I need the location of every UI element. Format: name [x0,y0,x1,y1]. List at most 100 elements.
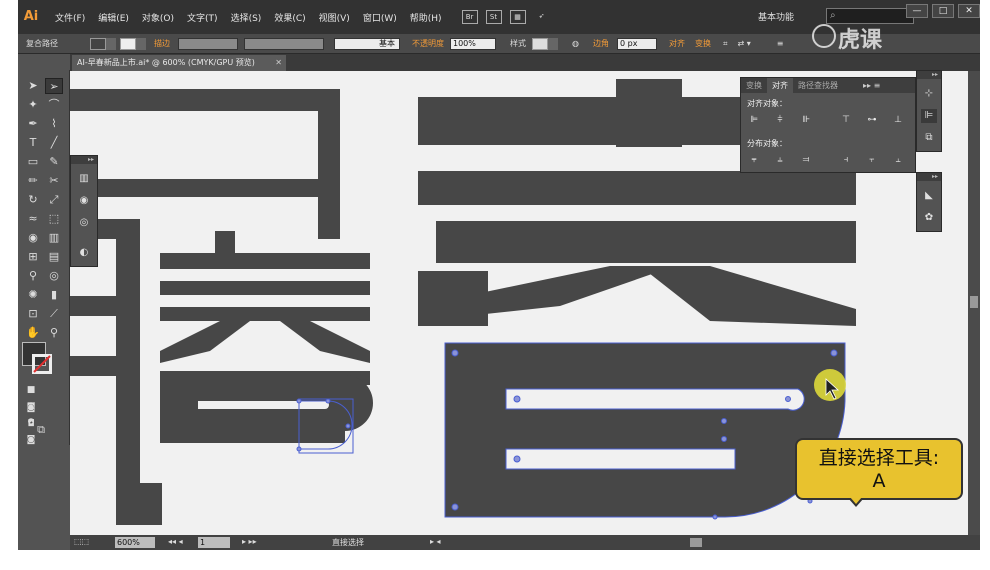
artboard-nav-icon[interactable]: ◂◂ ◂ [168,537,183,546]
scissors-tool-icon[interactable]: ✂ [45,173,63,189]
color-panel-icon[interactable]: ▥ [76,172,92,186]
draw-mode-icon[interactable]: ◙ ◘ ◙ [22,400,40,445]
workspace-switcher[interactable]: 基本功能 [758,10,794,23]
shape-builder-tool-icon[interactable]: ◉ [24,230,42,246]
distribute-right-icon[interactable]: ⫠ [891,154,905,166]
stroke-swatch[interactable] [120,37,136,50]
pen-tool-icon[interactable]: ✒ [24,116,42,132]
distribute-vertical-center-icon[interactable]: ⫨ [773,154,787,166]
menu-select[interactable]: 选择(S) [231,11,262,24]
paintbrush-tool-icon[interactable]: ✎ [45,154,63,170]
screen-mode-icon[interactable]: ⧉ [32,422,50,438]
fill-swatch[interactable] [90,37,106,50]
align-left-icon[interactable]: ⊫ [747,114,761,126]
dock-collapse-icon[interactable]: ▸▸ [917,71,941,79]
tab-align[interactable]: 对齐 [767,78,793,93]
menu-view[interactable]: 视图(V) [319,11,350,24]
close-button[interactable]: ✕ [958,4,980,18]
symbols-panel-icon[interactable]: ✿ [921,211,937,225]
layers-panel-icon[interactable]: ◐ [76,246,92,260]
opacity-field[interactable]: 100% [450,37,496,50]
bridge-icon[interactable]: Br [461,10,478,24]
align-top-icon[interactable]: ⊤ [839,114,853,126]
vertical-scrollbar[interactable] [968,71,980,535]
menu-object[interactable]: 对象(O) [142,11,174,24]
menu-file[interactable]: 文件(F) [55,11,85,24]
tab-pathfinder[interactable]: 路径查找器 [793,78,843,93]
corner-radius-field[interactable]: 0 px [616,37,657,50]
arrange-documents-icon[interactable]: ▦ [509,10,526,24]
minimize-button[interactable]: — [906,4,928,18]
eyedropper-tool-icon[interactable]: ⚲ [24,268,42,284]
perspective-grid-tool-icon[interactable]: ▥ [45,230,63,246]
appearance-panel-icon[interactable]: ◎ [76,216,92,230]
column-graph-tool-icon[interactable]: ▮ [45,287,63,303]
magic-wand-tool-icon[interactable]: ✦ [24,97,42,113]
stroke-style-field[interactable]: 基本 [334,37,400,50]
corner-label[interactable]: 边角 [593,38,609,49]
menu-effect[interactable]: 效果(C) [274,11,305,24]
stroke-label[interactable]: 描边 [154,38,170,49]
status-menu-icon[interactable]: ▸ ◂ [430,537,441,546]
stock-icon[interactable]: St [485,10,502,24]
slice-tool-icon[interactable]: ⟋ [45,306,63,322]
artboard-tool-icon[interactable]: ⊡ [24,306,42,322]
stroke-weight-field[interactable] [178,37,238,50]
warp-tool-icon[interactable]: ≈ [24,211,42,227]
panel-menu-icon[interactable]: ▸▸ ≡ [863,81,880,90]
graphic-style-dropdown[interactable] [548,37,558,50]
direct-selection-tool-icon[interactable]: ➢ [45,78,63,94]
maximize-button[interactable]: □ [932,4,954,18]
mesh-tool-icon[interactable]: ⊞ [24,249,42,265]
artboard-nav-next-icon[interactable]: ▸ ▸▸ [242,537,257,546]
align-link[interactable]: 对齐 [669,38,685,49]
color-mode-icon[interactable]: ■ ▥ ⊘ [22,382,40,427]
brushes-panel-icon[interactable]: ◣ [921,189,937,203]
graphic-style-swatch[interactable] [532,37,548,50]
rectangle-tool-icon[interactable]: ▭ [24,154,42,170]
hand-tool-icon[interactable]: ✋ [24,325,42,341]
panel-menu-icon[interactable]: ≡ [777,39,784,48]
menu-edit[interactable]: 编辑(E) [98,11,129,24]
line-tool-icon[interactable]: ╱ [45,135,63,151]
zoom-field[interactable]: 600% [115,537,155,548]
dock-collapse-icon[interactable]: ▸▸ [917,173,941,181]
distribute-horizontal-center-icon[interactable]: ⫟ [865,154,879,166]
symbol-sprayer-tool-icon[interactable]: ✺ [24,287,42,303]
document-tab[interactable]: AI-早春新品上市.ai* @ 600% (CMYK/GPU 预览) ✕ [72,55,286,71]
close-tab-icon[interactable]: ✕ [275,55,282,71]
align-panel-icon[interactable]: ⊫ [921,109,937,123]
distribute-left-icon[interactable]: ⫞ [839,154,853,166]
tab-transform[interactable]: 变换 [741,78,767,93]
zoom-tool-icon[interactable]: ⚲ [45,325,63,341]
arrange-icon[interactable]: ⇄ ▾ [738,39,751,48]
fill-dropdown[interactable] [106,37,116,50]
stroke-dropdown[interactable] [136,37,146,50]
scale-tool-icon[interactable]: ⤢ [45,192,63,208]
type-tool-icon[interactable]: T [24,135,42,151]
selection-tool-icon[interactable]: ➤ [24,78,42,94]
opacity-label[interactable]: 不透明度 [412,38,444,49]
artboard-number-field[interactable]: 1 [198,537,230,548]
distribute-bottom-icon[interactable]: ⫤ [799,154,813,166]
menu-help[interactable]: 帮助(H) [410,11,442,24]
panel-collapse-icon[interactable]: ▸▸ [71,156,97,164]
vertical-scroll-thumb[interactable] [970,296,978,308]
blend-tool-icon[interactable]: ◎ [45,268,63,284]
align-vertical-center-icon[interactable]: ⊶ [865,114,879,126]
pathfinder-panel-icon[interactable]: ⧉ [921,131,937,145]
menu-window[interactable]: 窗口(W) [363,11,397,24]
gpu-performance-icon[interactable]: ➶ [534,10,550,24]
variable-width-field[interactable] [244,37,324,50]
recolor-icon[interactable]: ◍ [572,39,579,48]
lasso-tool-icon[interactable]: ⌒ [45,97,63,113]
transform-link[interactable]: 变换 [695,38,711,49]
gradient-tool-icon[interactable]: ▤ [45,249,63,265]
menu-type[interactable]: 文字(T) [187,11,218,24]
align-horizontal-center-icon[interactable]: ⫩ [773,114,787,126]
transform-panel-icon[interactable]: ⊹ [921,87,937,101]
gradient-panel-icon[interactable]: ◉ [76,194,92,208]
rotate-tool-icon[interactable]: ↻ [24,192,42,208]
free-transform-tool-icon[interactable]: ⬚ [45,211,63,227]
align-bottom-icon[interactable]: ⊥ [891,114,905,126]
